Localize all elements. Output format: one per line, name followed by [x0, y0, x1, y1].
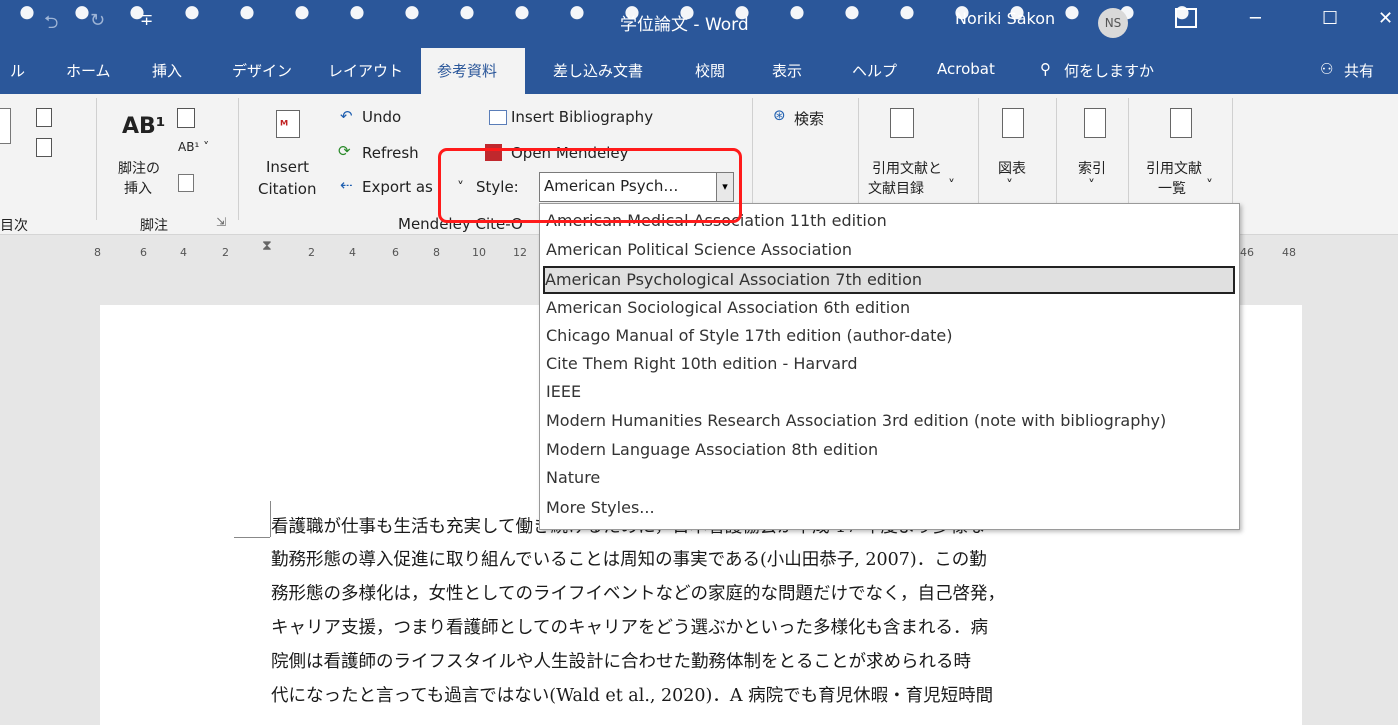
insert-citation-label-2[interactable]: Citation: [258, 180, 316, 198]
insert-endnote-icon[interactable]: [177, 108, 195, 128]
margin-marker: [234, 537, 270, 538]
add-text-icon[interactable]: [36, 108, 52, 127]
indent-marker-icon[interactable]: ⧗: [262, 238, 272, 254]
insert-bibliography-button[interactable]: Insert Bibliography: [511, 108, 653, 126]
dialog-launcher-icon[interactable]: ⇲: [216, 215, 226, 229]
ruler-tick: 6: [140, 246, 147, 259]
undo-button[interactable]: Undo: [362, 108, 401, 126]
insert-footnote-label-2[interactable]: 挿入: [124, 178, 152, 198]
insert-footnote-label-1[interactable]: 脚注の: [118, 158, 160, 178]
toc-icon[interactable]: [0, 108, 11, 144]
index-button[interactable]: 索引: [1078, 158, 1106, 178]
ribbon-display-options-icon[interactable]: [1175, 8, 1197, 28]
tab-references-label: 参考資料: [437, 62, 498, 80]
insert-citation-jp-icon[interactable]: [890, 108, 914, 138]
redo-icon[interactable]: ↻: [90, 10, 105, 31]
avatar[interactable]: NS: [1098, 8, 1128, 38]
ruler-tick: 8: [94, 246, 101, 259]
tab-home[interactable]: ホーム: [66, 60, 111, 81]
share-button[interactable]: 共有: [1344, 60, 1374, 81]
toc-group-label: 目次: [0, 218, 28, 234]
export-as-button[interactable]: Export as: [362, 178, 433, 196]
style-option[interactable]: IEEE: [546, 380, 1230, 404]
ruler-tick: 8: [433, 246, 440, 259]
minimize-button[interactable]: ─: [1250, 8, 1261, 29]
style-dropdown-list[interactable]: American Medical Association 11th editio…: [539, 203, 1240, 530]
tab-review[interactable]: 校閲: [695, 60, 725, 81]
style-option[interactable]: Chicago Manual of Style 17th edition (au…: [546, 324, 1230, 348]
captions-button[interactable]: 図表: [998, 158, 1026, 178]
tab-insert[interactable]: 挿入: [152, 60, 182, 81]
update-table-icon[interactable]: [36, 138, 52, 157]
tell-me-search[interactable]: 何をしますか: [1064, 60, 1154, 81]
style-option[interactable]: Modern Humanities Research Association 3…: [546, 409, 1230, 433]
insert-citation-icon[interactable]: ᴹ: [276, 110, 300, 138]
next-footnote-icon[interactable]: AB¹ ˅: [178, 140, 209, 154]
insert-citation-label-1[interactable]: Insert: [266, 158, 309, 176]
table-of-authorities-icon[interactable]: [1170, 108, 1192, 138]
tab-acrobat[interactable]: Acrobat: [937, 60, 995, 78]
citations-button-2[interactable]: 文献目録: [868, 178, 924, 198]
bibliography-icon[interactable]: [489, 110, 507, 125]
captions-chevron-icon[interactable]: ˅: [1006, 178, 1013, 194]
style-option-more[interactable]: More Styles...: [546, 496, 1230, 520]
tab-design[interactable]: デザイン: [232, 60, 292, 81]
share-icon[interactable]: ⚇: [1320, 60, 1333, 78]
lightbulb-icon: ⚲: [1040, 60, 1051, 78]
show-notes-icon[interactable]: [178, 174, 194, 192]
captions-icon[interactable]: [1002, 108, 1024, 138]
style-option[interactable]: Modern Language Association 8th edition: [546, 438, 1230, 462]
ruler-tick: 10: [472, 246, 486, 259]
style-option[interactable]: American Political Science Association: [546, 238, 1230, 262]
toa-button-1[interactable]: 引用文献: [1146, 158, 1202, 178]
tab-layout[interactable]: レイアウト: [328, 60, 403, 81]
index-chevron-icon[interactable]: ˅: [1088, 178, 1095, 194]
refresh-icon[interactable]: ⟳: [338, 142, 351, 160]
undo-icon[interactable]: ⮌: [44, 10, 58, 40]
highlight-box: [438, 148, 742, 223]
ruler-tick: 6: [392, 246, 399, 259]
toa-button-2[interactable]: 一覧: [1158, 178, 1186, 198]
style-option[interactable]: Cite Them Right 10th edition - Harvard: [546, 352, 1230, 376]
citations-button-1[interactable]: 引用文献と: [872, 158, 942, 178]
ruler-tick: 2: [222, 246, 229, 259]
style-option-selected[interactable]: American Psychological Association 7th e…: [543, 266, 1235, 294]
tab-help[interactable]: ヘルプ: [852, 60, 897, 81]
ribbon-tab-bar: ル ホーム 挿入 デザイン レイアウト 差し込み文書 校閲 表示 ヘルプ Acr…: [0, 48, 1398, 94]
index-icon[interactable]: [1084, 108, 1106, 138]
close-button[interactable]: ✕: [1378, 8, 1393, 29]
document-paragraph-line[interactable]: 勤務形態の導入促進に取り組んでいることは周知の事実である(小山田恭子, 2007…: [271, 546, 987, 571]
restore-button[interactable]: ☐: [1322, 8, 1338, 29]
refresh-button[interactable]: Refresh: [362, 144, 419, 162]
tab-file[interactable]: ル: [10, 60, 25, 81]
style-option[interactable]: American Sociological Association 6th ed…: [546, 296, 1230, 320]
document-paragraph-line[interactable]: キャリア支援，つまり看護師としてのキャリアをどう選ぶかといった多様化も含まれる．…: [271, 614, 988, 639]
document-paragraph-line[interactable]: 代になったと言っても過言ではない(Wald et al., 2020)．A 病院…: [271, 682, 993, 707]
search-button[interactable]: 検索: [794, 108, 824, 129]
researcher-icon[interactable]: ⊛: [773, 106, 786, 124]
ruler-tick: 2: [308, 246, 315, 259]
document-paragraph-line[interactable]: 務形態の多様化は，女性としてのライフイベントなどの家庭的な問題だけでなく，自己啓…: [271, 580, 1005, 605]
citations-chevron-icon[interactable]: ˅: [948, 178, 955, 194]
toa-chevron-icon[interactable]: ˅: [1206, 178, 1213, 194]
ruler-tick: 46: [1240, 246, 1254, 259]
title-bar: ・・・・・・・・・・・・・・・・・・・・・・ ⮌ ↻ ∓ 学位論文 - Word…: [0, 0, 1398, 48]
undo-arrow-icon[interactable]: ↶: [340, 107, 353, 125]
ruler-tick: 48: [1282, 246, 1296, 259]
quick-access-customize-icon[interactable]: ∓: [140, 10, 153, 29]
window-title: 学位論文 - Word: [620, 15, 749, 35]
footnote-group-label: 脚注: [140, 218, 168, 234]
export-icon[interactable]: ⇠: [340, 176, 353, 194]
ruler-tick: 4: [180, 246, 187, 259]
tab-references[interactable]: 参考資料: [421, 48, 525, 94]
tab-mailings[interactable]: 差し込み文書: [553, 60, 643, 81]
ruler-tick: 4: [349, 246, 356, 259]
insert-footnote-icon[interactable]: AB¹: [122, 114, 165, 139]
tab-view[interactable]: 表示: [772, 60, 802, 81]
ruler-tick: 12: [513, 246, 527, 259]
document-paragraph-line[interactable]: 院側は看護師のライフスタイルや人生設計に合わせた勤務体制をとることが求められる時: [271, 648, 971, 673]
user-name[interactable]: Noriki Sakon: [955, 9, 1055, 28]
style-option[interactable]: Nature: [546, 466, 1230, 490]
